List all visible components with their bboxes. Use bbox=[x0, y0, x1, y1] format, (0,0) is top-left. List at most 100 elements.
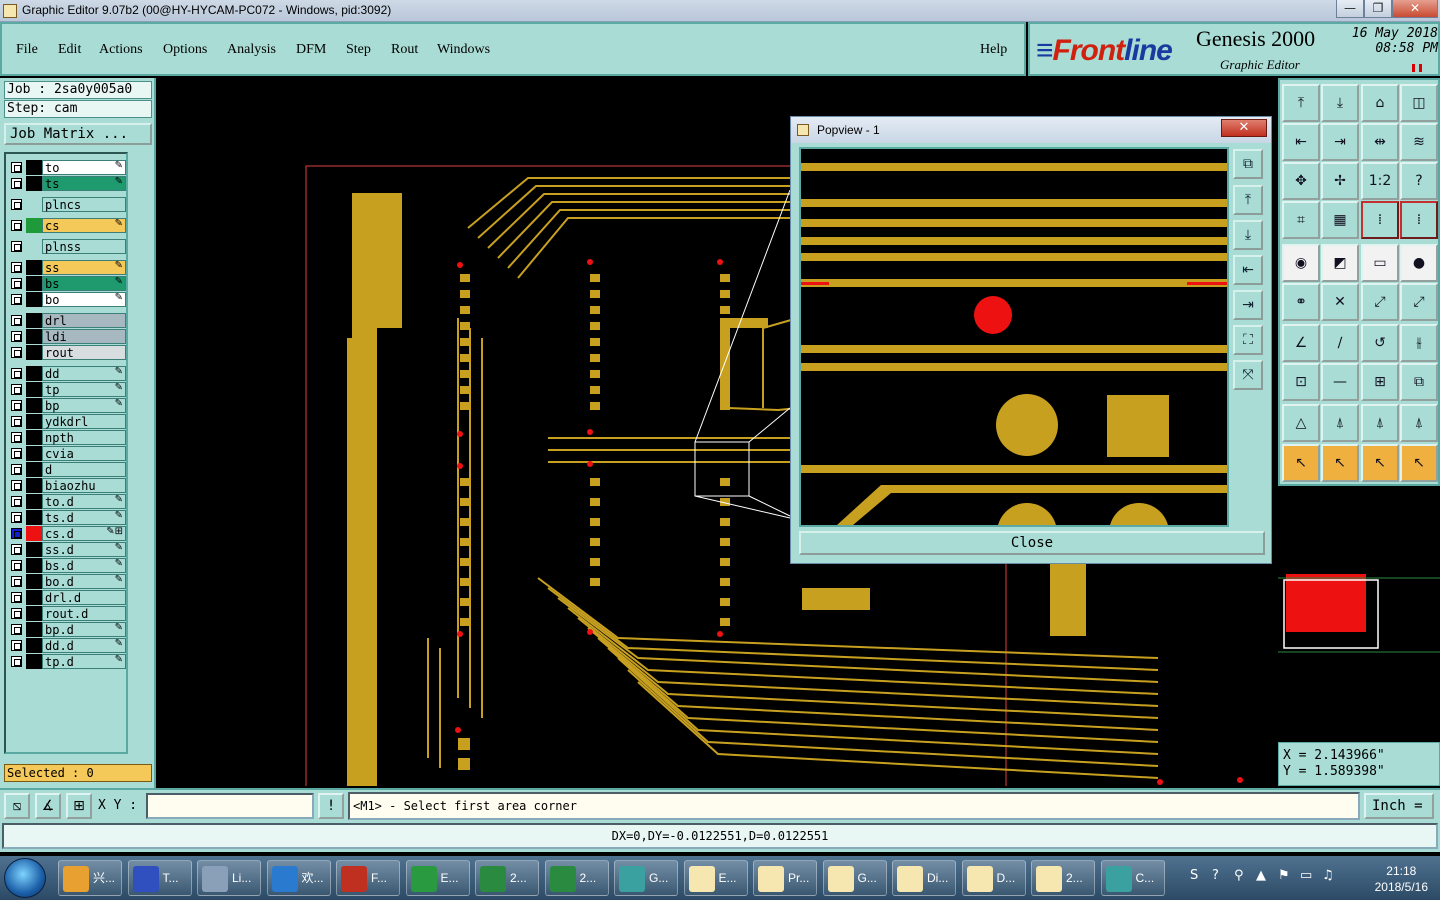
layer-row-cs-d[interactable]: cs.d ✎⊞ bbox=[8, 526, 126, 541]
tool-3-0-icon[interactable]: ⌗ bbox=[1282, 201, 1320, 239]
layer-row-to[interactable]: to ✎ bbox=[8, 160, 126, 175]
tool-9-1-icon[interactable]: ↖ bbox=[1321, 444, 1359, 482]
taskbar-item-14[interactable]: 2... bbox=[1031, 860, 1095, 896]
layer-color-swatch[interactable] bbox=[26, 558, 42, 573]
xy-input[interactable] bbox=[146, 793, 314, 819]
layer-checkbox[interactable] bbox=[11, 368, 22, 379]
popview-expand-icon[interactable]: ⤧ bbox=[1233, 360, 1263, 390]
tool-9-0-icon[interactable]: ↖ bbox=[1282, 444, 1320, 482]
layer-color-swatch[interactable] bbox=[26, 329, 42, 344]
layer-checkbox[interactable] bbox=[11, 220, 22, 231]
start-button[interactable] bbox=[4, 858, 46, 898]
layer-color-swatch[interactable] bbox=[26, 345, 42, 360]
layer-checkbox[interactable] bbox=[11, 496, 22, 507]
layer-color-swatch[interactable] bbox=[26, 366, 42, 381]
layer-name[interactable]: to bbox=[42, 160, 126, 175]
popview-close-button[interactable]: Close bbox=[799, 531, 1265, 555]
layer-color-swatch[interactable] bbox=[26, 590, 42, 605]
layer-color-swatch[interactable] bbox=[26, 526, 42, 541]
layer-checkbox[interactable] bbox=[11, 384, 22, 395]
popview-pan-left-icon[interactable]: ⇤ bbox=[1233, 255, 1263, 285]
layer-checkbox[interactable] bbox=[11, 592, 22, 603]
layer-row-ts[interactable]: ts ✎ bbox=[8, 176, 126, 191]
taskbar-item-8[interactable]: G... bbox=[614, 860, 678, 896]
tray-icon-6[interactable]: ♫ bbox=[1322, 868, 1334, 883]
layer-checkbox[interactable] bbox=[11, 294, 22, 305]
layer-color-swatch[interactable] bbox=[26, 478, 42, 493]
taskbar-item-11[interactable]: G... bbox=[822, 860, 887, 896]
layer-checkbox[interactable] bbox=[11, 315, 22, 326]
layer-checkbox[interactable] bbox=[11, 576, 22, 587]
tool-6-1-icon[interactable]: ∕ bbox=[1321, 324, 1359, 362]
layer-name[interactable]: tp.d bbox=[42, 654, 126, 669]
layer-color-swatch[interactable] bbox=[26, 292, 42, 307]
tray-icon-4[interactable]: ⚑ bbox=[1278, 868, 1290, 883]
layer-checkbox[interactable] bbox=[11, 331, 22, 342]
layer-color-swatch[interactable] bbox=[26, 260, 42, 275]
tool-4-0-icon[interactable]: ◉ bbox=[1282, 244, 1320, 282]
menu-file[interactable]: File bbox=[16, 42, 38, 58]
tool-1-0-icon[interactable]: ⇤ bbox=[1282, 123, 1320, 161]
layer-name[interactable]: ydkdrl bbox=[42, 414, 126, 429]
layer-name[interactable]: bo.d bbox=[42, 574, 126, 589]
tool-8-1-icon[interactable]: ⍋ bbox=[1321, 404, 1359, 442]
layer-checkbox[interactable] bbox=[11, 400, 22, 411]
layer-checkbox[interactable] bbox=[11, 640, 22, 651]
layer-name[interactable]: bs.d bbox=[42, 558, 126, 573]
tool-4-3-icon[interactable]: ● bbox=[1400, 244, 1438, 282]
layer-checkbox[interactable] bbox=[11, 656, 22, 667]
layer-color-swatch[interactable] bbox=[26, 638, 42, 653]
tray-icon-1[interactable]: ? bbox=[1212, 868, 1219, 883]
layer-color-swatch[interactable] bbox=[26, 382, 42, 397]
tool-2-0-icon[interactable]: ✥ bbox=[1282, 162, 1320, 200]
layer-name[interactable]: ss bbox=[42, 260, 126, 275]
layer-name[interactable]: ldi bbox=[42, 329, 126, 344]
layer-name[interactable]: bp.d bbox=[42, 622, 126, 637]
layer-color-swatch[interactable] bbox=[26, 462, 42, 477]
menu-options[interactable]: Options bbox=[163, 42, 207, 58]
layer-name[interactable]: dd.d bbox=[42, 638, 126, 653]
tool-5-1-icon[interactable]: ✕ bbox=[1321, 283, 1359, 321]
tray-icon-5[interactable]: ▭ bbox=[1300, 868, 1312, 883]
layer-name[interactable]: ss.d bbox=[42, 542, 126, 557]
layer-name[interactable]: cs bbox=[42, 218, 126, 233]
taskbar-item-3[interactable]: 欢... bbox=[266, 860, 331, 896]
layer-checkbox[interactable] bbox=[11, 624, 22, 635]
layer-row-dd[interactable]: dd ✎ bbox=[8, 366, 126, 381]
layer-name[interactable]: bs bbox=[42, 276, 126, 291]
layer-color-swatch[interactable] bbox=[26, 446, 42, 461]
close-window-button[interactable]: ✕ bbox=[1392, 0, 1438, 18]
tool-3-3-icon[interactable]: ⁞ bbox=[1400, 201, 1438, 239]
layer-checkbox[interactable] bbox=[11, 162, 22, 173]
tool-4-1-icon[interactable]: ◩ bbox=[1321, 244, 1359, 282]
tool-1-1-icon[interactable]: ⇥ bbox=[1321, 123, 1359, 161]
layer-name[interactable]: bp bbox=[42, 398, 126, 413]
taskbar-item-1[interactable]: T... bbox=[127, 860, 192, 896]
popview-pan-down-icon[interactable]: ⤓ bbox=[1233, 220, 1263, 250]
tool-8-0-icon[interactable]: △ bbox=[1282, 404, 1320, 442]
tool-9-3-icon[interactable]: ↖ bbox=[1400, 444, 1438, 482]
measure-icon[interactable]: ∡ bbox=[35, 793, 61, 819]
pause-icon[interactable] bbox=[1412, 64, 1422, 72]
layer-row-bo-d[interactable]: bo.d ✎ bbox=[8, 574, 126, 589]
taskbar-item-12[interactable]: Di... bbox=[892, 860, 956, 896]
menu-edit[interactable]: Edit bbox=[58, 42, 81, 58]
layer-row-drl-d[interactable]: drl.d bbox=[8, 590, 126, 605]
layer-name[interactable]: npth bbox=[42, 430, 126, 445]
layer-color-swatch[interactable] bbox=[26, 218, 42, 233]
layer-row-d[interactable]: d bbox=[8, 462, 126, 477]
menu-actions[interactable]: Actions bbox=[99, 42, 143, 58]
taskbar-item-15[interactable]: C... bbox=[1100, 860, 1165, 896]
popview-canvas[interactable] bbox=[799, 147, 1229, 527]
layer-checkbox[interactable] bbox=[11, 560, 22, 571]
layer-color-swatch[interactable] bbox=[26, 176, 42, 191]
layer-color-swatch[interactable] bbox=[26, 414, 42, 429]
tool-0-0-icon[interactable]: ⤒ bbox=[1282, 84, 1320, 122]
layer-row-cvia[interactable]: cvia bbox=[8, 446, 126, 461]
layer-name[interactable]: cvia bbox=[42, 446, 126, 461]
tool-6-3-icon[interactable]: ⫳ bbox=[1400, 324, 1438, 362]
tool-2-1-icon[interactable]: ✢ bbox=[1321, 162, 1359, 200]
menu-rout[interactable]: Rout bbox=[391, 42, 418, 58]
layer-row-bs[interactable]: bs ✎ bbox=[8, 276, 126, 291]
layer-color-swatch[interactable] bbox=[26, 542, 42, 557]
